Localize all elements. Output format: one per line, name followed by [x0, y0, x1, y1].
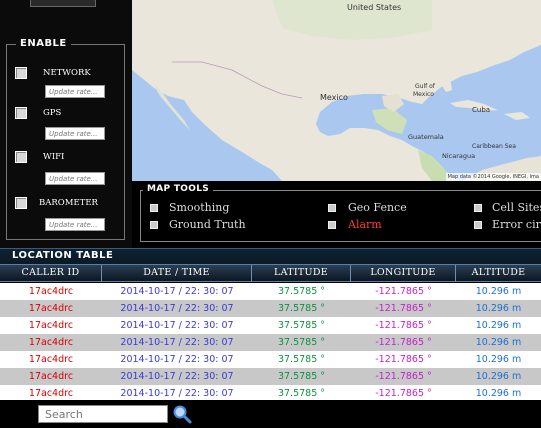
location-table-header-bar: LOCATION TABLE	[0, 248, 541, 264]
cell-caller-id: 17ac4drc	[28, 371, 74, 382]
enable-title: ENABLE	[16, 38, 71, 49]
cell-date-time: 2014-10-17 / 22: 30: 07	[120, 303, 234, 314]
geo-fence-label: Geo Fence	[348, 201, 407, 214]
cell-longitude: -121.7865 °	[375, 303, 432, 314]
search-input[interactable]	[38, 405, 168, 423]
table-row[interactable]: 17ac4drc 2014-10-17 / 22: 30: 07 37.5785 °…	[0, 351, 541, 368]
map-label-mexico: Mexico	[320, 93, 348, 102]
cell-altitude: 10.296 m	[475, 303, 522, 314]
ground-truth-label: Ground Truth	[169, 218, 246, 231]
col-longitude[interactable]: LONGITUDE	[351, 265, 456, 282]
col-caller-id[interactable]: CALLER ID	[0, 265, 102, 282]
geo-fence-checkbox[interactable]	[328, 204, 336, 212]
cell-altitude: 10.296 m	[475, 354, 522, 365]
cell-caller-id: 17ac4drc	[28, 286, 74, 297]
cell-altitude: 10.296 m	[475, 286, 522, 297]
smoothing-label: Smoothing	[169, 201, 230, 214]
barometer-label: BAROMETER	[39, 198, 98, 208]
cell-latitude: 37.5785 °	[277, 388, 326, 399]
col-date-time[interactable]: DATE / TIME	[102, 265, 252, 282]
barometer-checkbox[interactable]	[15, 197, 27, 209]
cell-caller-id: 17ac4drc	[28, 337, 74, 348]
search-icon[interactable]	[171, 403, 193, 425]
location-table-head: CALLER ID DATE / TIME LATITUDE LONGITUDE…	[0, 264, 541, 282]
table-row[interactable]: 17ac4drc 2014-10-17 / 22: 30: 07 37.5785 °…	[0, 368, 541, 385]
table-row[interactable]: 17ac4drc 2014-10-17 / 22: 30: 07 37.5785 °…	[0, 317, 541, 334]
cell-caller-id: 17ac4drc	[28, 303, 74, 314]
cell-longitude: -121.7865 °	[375, 337, 432, 348]
cell-date-time: 2014-10-17 / 22: 30: 07	[120, 320, 234, 331]
cell-sites-label: Cell Sites/	[492, 201, 541, 214]
cell-date-time: 2014-10-17 / 22: 30: 07	[120, 354, 234, 365]
cell-date-time: 2014-10-17 / 22: 30: 07	[120, 371, 234, 382]
map-label-guatemala: Guatemala	[408, 133, 444, 141]
sensor-panel: ENABLE NETWORK GPS WIFI BAROMETER	[0, 0, 132, 248]
network-label: NETWORK	[43, 68, 91, 78]
cell-caller-id: 17ac4drc	[28, 354, 74, 365]
map-label-gulf-line1: Gulf of	[415, 83, 436, 90]
ground-truth-checkbox[interactable]	[150, 221, 158, 229]
cell-latitude: 37.5785 °	[277, 354, 326, 365]
map-attribution: Map data ©2014 Google, INEGI, Ima	[445, 173, 541, 181]
cell-altitude: 10.296 m	[475, 320, 522, 331]
cell-longitude: -121.7865 °	[375, 320, 432, 331]
map-view[interactable]: United States Mexico Gulf of Mexico Cuba…	[132, 0, 541, 181]
cell-sites-checkbox[interactable]	[474, 204, 482, 212]
col-altitude[interactable]: ALTITUDE	[456, 265, 541, 282]
cell-longitude: -121.7865 °	[375, 286, 432, 297]
error-circle-label: Error circl	[492, 218, 541, 231]
cell-altitude: 10.296 m	[475, 388, 522, 399]
wifi-label: WIFI	[43, 152, 65, 162]
smoothing-checkbox[interactable]	[150, 204, 158, 212]
footer	[0, 400, 541, 428]
cell-longitude: -121.7865 °	[375, 371, 432, 382]
table-row[interactable]: 17ac4drc 2014-10-17 / 22: 30: 07 37.5785 °…	[0, 334, 541, 351]
network-rate-input[interactable]	[45, 85, 105, 98]
map-label-cuba: Cuba	[472, 106, 490, 114]
location-table-body[interactable]: 17ac4drc 2014-10-17 / 22: 30: 07 37.5785 °…	[0, 283, 541, 400]
map-label-gulf-line2: Mexico	[413, 91, 434, 98]
cell-date-time: 2014-10-17 / 22: 30: 07	[120, 388, 234, 399]
map-label-caribbean: Caribbean Sea	[472, 143, 516, 150]
cell-caller-id: 17ac4drc	[28, 320, 74, 331]
network-checkbox[interactable]	[15, 67, 27, 79]
error-circle-checkbox[interactable]	[474, 221, 482, 229]
cell-latitude: 37.5785 °	[277, 303, 326, 314]
map-graphic: United States Mexico Gulf of Mexico Cuba…	[132, 0, 541, 181]
cell-date-time: 2014-10-17 / 22: 30: 07	[120, 337, 234, 348]
cell-latitude: 37.5785 °	[277, 371, 326, 382]
col-latitude[interactable]: LATITUDE	[252, 265, 351, 282]
cell-latitude: 37.5785 °	[277, 320, 326, 331]
wifi-rate-input[interactable]	[45, 172, 105, 185]
map-label-united-states: United States	[347, 3, 401, 12]
map-tools-panel: MAP TOOLS Smoothing Ground Truth Geo Fen…	[132, 181, 541, 248]
cell-latitude: 37.5785 °	[277, 337, 326, 348]
top-button[interactable]	[30, 0, 96, 7]
location-table-title: LOCATION TABLE	[12, 250, 114, 261]
gps-checkbox[interactable]	[15, 107, 27, 119]
wifi-checkbox[interactable]	[15, 151, 27, 163]
gps-label: GPS	[43, 108, 62, 118]
map-tools-title: MAP TOOLS	[143, 184, 214, 194]
gps-rate-input[interactable]	[45, 127, 105, 140]
map-label-nicaragua: Nicaragua	[442, 152, 475, 160]
table-row[interactable]: 17ac4drc 2014-10-17 / 22: 30: 07 37.5785 °…	[0, 385, 541, 400]
alarm-checkbox[interactable]	[328, 221, 336, 229]
cell-longitude: -121.7865 °	[375, 354, 432, 365]
cell-longitude: -121.7865 °	[375, 388, 432, 399]
table-row[interactable]: 17ac4drc 2014-10-17 / 22: 30: 07 37.5785 °…	[0, 283, 541, 300]
map-tools-group	[140, 190, 541, 242]
cell-caller-id: 17ac4drc	[28, 388, 74, 399]
cell-latitude: 37.5785 °	[277, 286, 326, 297]
alarm-label: Alarm	[348, 218, 382, 231]
cell-altitude: 10.296 m	[475, 337, 522, 348]
table-row[interactable]: 17ac4drc 2014-10-17 / 22: 30: 07 37.5785 °…	[0, 300, 541, 317]
cell-date-time: 2014-10-17 / 22: 30: 07	[120, 286, 234, 297]
map-label-gulf: Gulf of Mexico	[413, 83, 437, 98]
barometer-rate-input[interactable]	[45, 218, 105, 231]
cell-altitude: 10.296 m	[475, 371, 522, 382]
